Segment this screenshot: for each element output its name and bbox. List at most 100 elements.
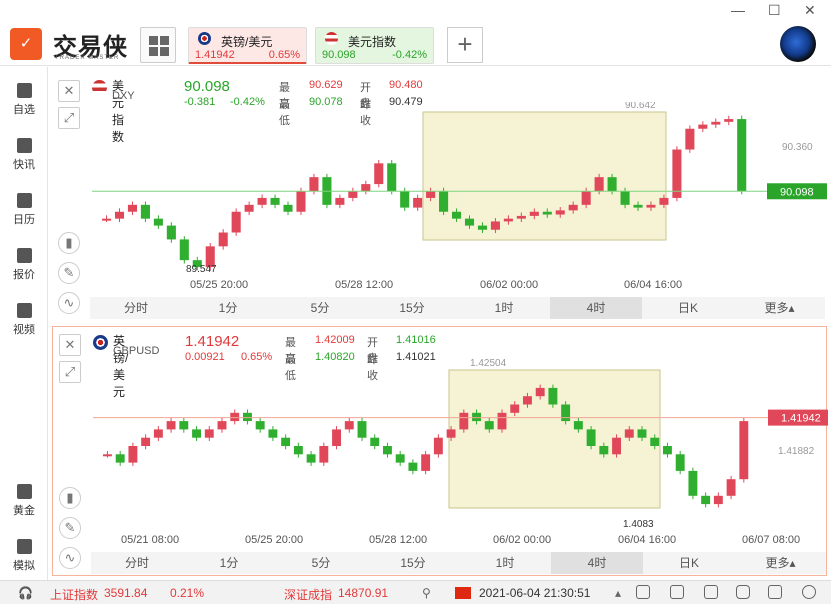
x-tick-label: 06/02 00:00 [493,534,552,546]
candle [472,412,481,422]
connection-icon[interactable]: ⚲ [422,586,431,600]
tf-button[interactable]: 5分 [274,297,366,319]
screen-off-icon[interactable] [636,585,650,599]
candle [230,412,240,422]
sidebar-item-label: 报价 [13,269,35,281]
candle [281,437,291,446]
more-button[interactable]: 更多▴ [734,297,825,319]
close-icon[interactable]: ✕ [804,2,816,19]
candlestick-chart[interactable]: 1.42504 1.4083 1.41882 1.41942 [93,357,828,539]
sidebar-item-gold[interactable]: 黄金 [0,484,48,518]
tf-button[interactable]: 分时 [91,552,183,574]
tf-button[interactable]: 日K [642,297,734,319]
tf-button[interactable]: 分时 [90,297,182,319]
open-value: 90.480 [389,79,423,91]
candle [713,495,723,505]
indicator-icon[interactable]: ∿ [58,292,80,314]
candle [724,119,734,122]
candle [306,454,316,463]
candle [739,421,749,480]
tools-icon[interactable] [670,585,684,599]
tf-button-active[interactable]: 4时 [551,552,643,574]
minimize-icon[interactable]: — [731,2,745,18]
candle [599,446,609,455]
x-tick-label: 06/07 08:00 [742,534,801,546]
sidebar-item-calendar[interactable]: 日历 [0,193,48,227]
tf-button[interactable]: 15分 [366,297,458,319]
candle [103,454,112,457]
candle [503,218,513,222]
candle [244,204,254,212]
candle [128,446,138,463]
tab-change: -0.42% [392,49,427,61]
user-avatar[interactable] [780,26,816,62]
candle [663,446,672,455]
candle [387,163,397,191]
timeframe-bar: 分时 1分 5分 15分 1时 4时 日K 更多▴ [91,552,826,574]
candle-type-icon[interactable]: ▮ [59,487,81,509]
candle [510,404,520,413]
sidebar-item-simulate[interactable]: 模拟 [0,539,48,573]
last-price: 90.098 [184,78,230,95]
high-value: 1.42009 [315,334,355,346]
tf-button[interactable]: 5分 [275,552,367,574]
indicator-icon[interactable]: ∿ [59,547,81,569]
china-flag-icon [455,587,471,599]
candle-type-icon[interactable]: ▮ [58,232,80,254]
candle [586,429,596,446]
candle [413,197,423,208]
sidebar-item-news[interactable]: 快讯 [0,138,48,172]
tf-button[interactable]: 15分 [367,552,459,574]
candle [127,204,137,212]
tf-button[interactable]: 1时 [458,297,550,319]
candle [296,191,306,212]
candle [426,191,436,198]
maximize-icon[interactable]: ☐ [768,2,781,19]
expand-icon[interactable]: ⤢ [59,361,81,383]
candle [153,218,163,226]
fullscreen-icon[interactable] [704,585,718,599]
candle [114,211,125,219]
candle [115,454,125,463]
tab-dxy[interactable]: 美元指数 90.098 -0.42% [315,27,434,64]
draw-pen-icon[interactable]: ✎ [59,517,81,539]
tf-button[interactable]: 1分 [182,297,274,319]
close-panel-icon[interactable]: ✕ [58,80,80,102]
us-flag-icon [325,32,338,45]
caret-up-icon[interactable]: ▴ [615,586,621,600]
candle [581,191,591,205]
add-tab-button[interactable]: + [447,27,483,63]
index-name[interactable]: 上证指数 [50,586,98,603]
sidebar-item-watchlist[interactable]: 自选 [0,83,48,117]
candle [166,421,176,430]
index-name[interactable]: 深证成指 [284,586,332,603]
sidebar-item-video[interactable]: 视频 [0,303,48,337]
tf-button[interactable]: 1分 [183,552,275,574]
tf-button[interactable]: 1时 [459,552,551,574]
candle [535,387,545,397]
settings-gear-icon[interactable] [802,585,816,599]
candle [633,204,643,208]
us-flag-icon [92,80,107,95]
x-tick-label: 05/28 12:00 [369,534,428,546]
camera-icon[interactable] [736,585,750,599]
candle [192,429,201,438]
expand-icon[interactable]: ⤢ [58,107,80,129]
tab-gbpusd[interactable]: 英镑/美元 1.41942 0.65% [188,27,307,64]
candle [153,429,163,438]
candle [659,197,669,205]
draw-pen-icon[interactable]: ✎ [58,262,80,284]
candle [637,429,647,438]
candlestick-chart[interactable]: 90.642 89.547 90.360 90.098 [92,102,827,284]
close-panel-icon[interactable]: ✕ [59,334,81,356]
last-price: 1.41942 [185,333,240,350]
more-button[interactable]: 更多▴ [735,552,826,574]
speaker-icon[interactable] [768,585,782,599]
layout-grid-button[interactable] [140,27,176,63]
headset-icon[interactable]: 🎧 [18,586,33,600]
candle [612,437,621,455]
tf-button[interactable]: 日K [643,552,735,574]
wallet-icon [16,539,32,554]
sidebar-item-quotes[interactable]: 报价 [0,248,48,282]
tf-button-active[interactable]: 4时 [550,297,642,319]
